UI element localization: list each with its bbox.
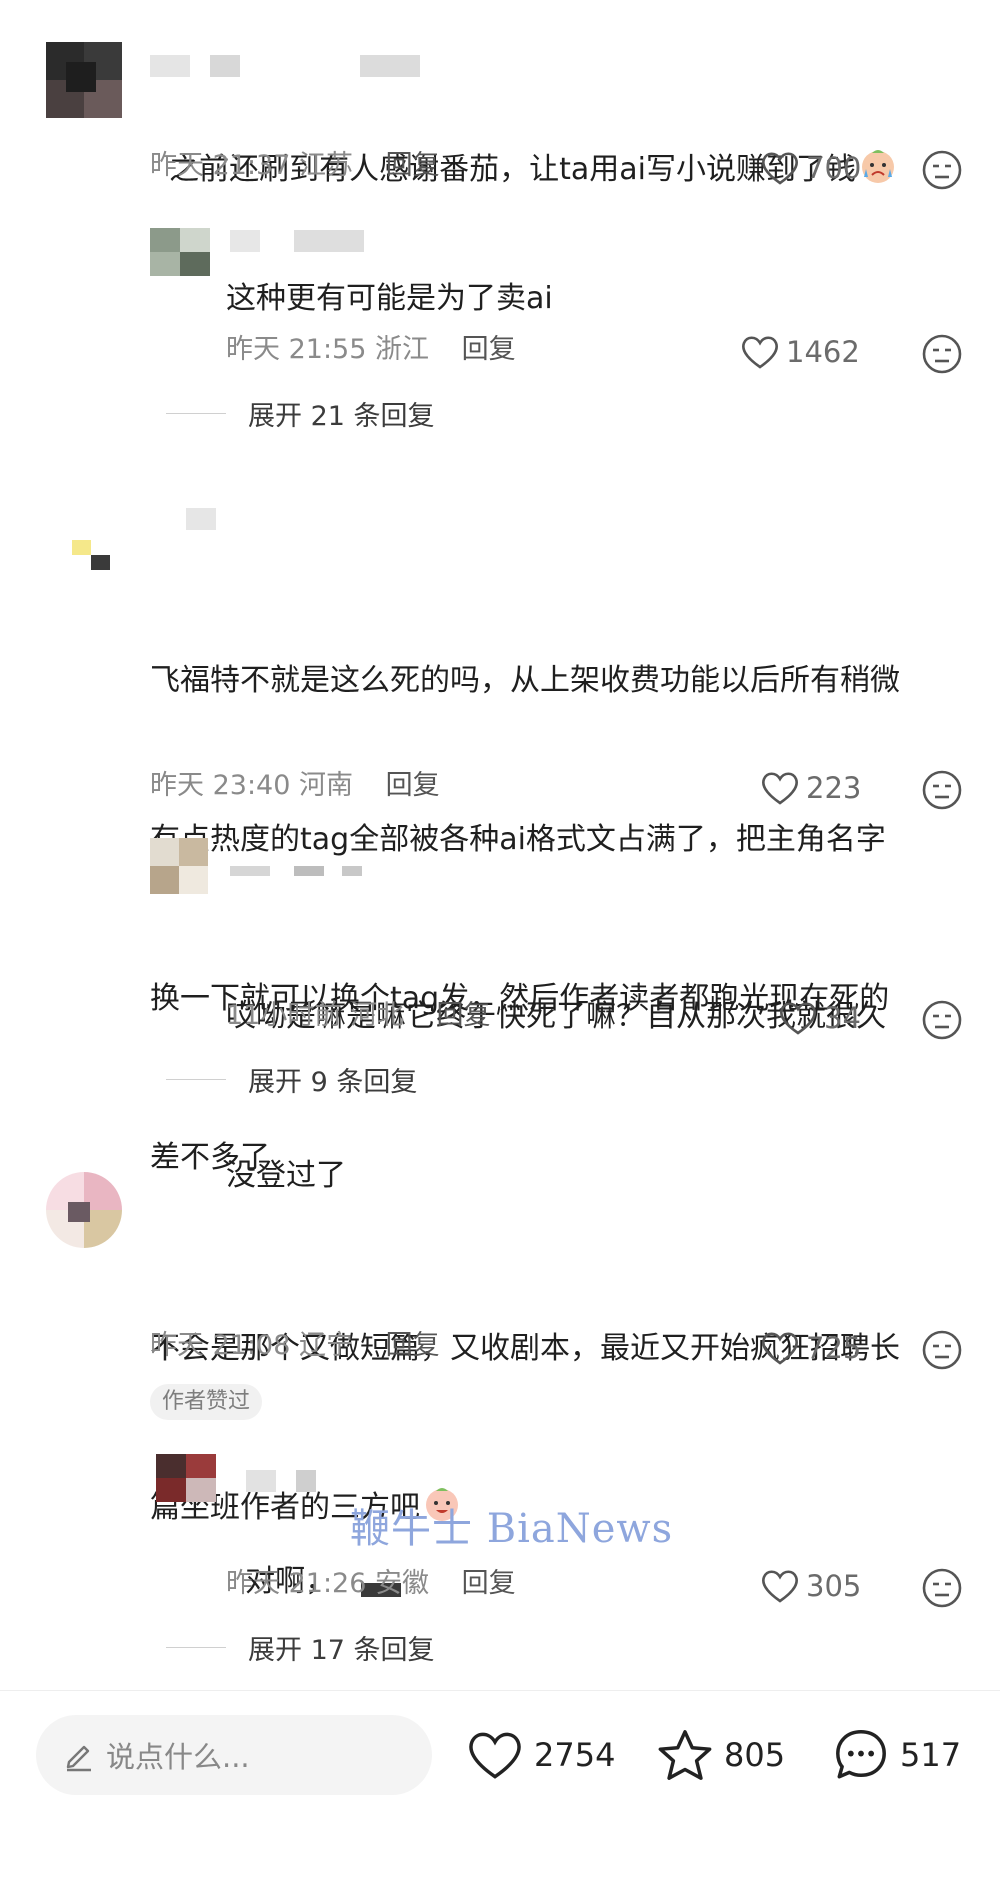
like-count: 34 (824, 1001, 861, 1035)
comment-time: 昨天 21:37 (150, 150, 291, 181)
like-button[interactable]: 223 (760, 766, 861, 810)
avatar[interactable] (46, 1172, 122, 1248)
comment-meta: 昨天 23:40 河南 回复 (150, 768, 440, 804)
reply-button[interactable]: 回复 (462, 334, 516, 365)
reply-button[interactable]: 回复 (437, 1000, 491, 1031)
post-like-count: 2754 (534, 1736, 616, 1774)
chat-bubble-icon (836, 1730, 886, 1779)
expand-replies-label: 展开 17 条回复 (248, 1635, 435, 1666)
dislike-face-icon[interactable] (922, 770, 962, 810)
expand-replies-label: 展开 21 条回复 (248, 401, 435, 432)
favorite-count: 805 (724, 1736, 786, 1774)
divider (166, 413, 226, 414)
like-count: 700 (806, 151, 862, 185)
crying-face-emoji (861, 150, 894, 183)
comment-meta: 昨天 21:08 辽宁 回复 (150, 1328, 440, 1364)
like-button[interactable]: 1462 (740, 330, 860, 374)
heart-icon (742, 336, 778, 369)
like-count: 305 (806, 1569, 862, 1603)
expand-replies-button[interactable]: 展开 21 条回复 (166, 394, 435, 433)
comment-time: 昨天 21:26 (226, 1568, 367, 1599)
dislike-face-icon[interactable] (922, 334, 962, 374)
like-button[interactable]: 725 (760, 1326, 861, 1370)
pencil-icon (66, 1745, 91, 1772)
heart-icon (762, 1570, 798, 1603)
comment-location: 安徽 (375, 1568, 429, 1599)
username-blurred[interactable] (230, 230, 370, 252)
username-blurred[interactable] (186, 508, 246, 530)
like-count: 223 (806, 771, 862, 805)
comment-time: 11小时前 (226, 1000, 342, 1031)
comment-meta: 昨天 21:26 安徽 回复 (226, 1566, 516, 1602)
avatar[interactable] (46, 42, 122, 118)
dislike-face-icon[interactable] (922, 1000, 962, 1040)
comment-location: 河北 (349, 1000, 404, 1031)
dislike-face-icon[interactable] (922, 1330, 962, 1370)
comments-button[interactable]: 517 (832, 1723, 961, 1787)
avatar[interactable] (150, 838, 208, 894)
expand-replies-button[interactable]: 展开 9 条回复 (166, 1060, 417, 1099)
comment-text: 这种更有可能是为了卖ai (226, 281, 553, 316)
expand-replies-label: 展开 9 条回复 (248, 1067, 418, 1098)
like-count: 725 (806, 1331, 862, 1365)
like-button[interactable]: 34 (778, 996, 861, 1040)
comment-location: 河南 (299, 770, 353, 801)
avatar[interactable] (72, 540, 110, 570)
avatar[interactable] (150, 228, 210, 276)
reply-button[interactable]: 回复 (386, 150, 440, 181)
favorite-button[interactable]: 805 (656, 1723, 785, 1787)
comment-meta: 昨天 21:55 浙江 回复 (226, 332, 516, 368)
reply-button[interactable]: 回复 (462, 1568, 516, 1599)
reply-button[interactable]: 回复 (386, 1330, 440, 1361)
reply-button[interactable]: 回复 (386, 770, 440, 801)
like-button[interactable]: 700 (760, 146, 861, 190)
divider (166, 1647, 226, 1648)
post-like-button[interactable]: 2754 (466, 1723, 615, 1787)
avatar[interactable] (156, 1454, 216, 1502)
bottom-action-bar: 说点什么... 2754 805 517 (0, 1690, 1000, 1811)
dislike-face-icon[interactable] (922, 1568, 962, 1608)
author-liked-badge: 作者赞过 (150, 1384, 263, 1420)
heart-icon (762, 772, 798, 805)
comment-location: 江苏 (299, 150, 353, 181)
star-icon (658, 1730, 712, 1780)
expand-replies-button[interactable]: 展开 17 条回复 (166, 1628, 435, 1667)
comment-meta: 昨天 21:37 江苏 回复 (150, 148, 440, 184)
comment-count: 517 (900, 1736, 962, 1774)
username-blurred[interactable] (150, 55, 450, 77)
heart-icon (762, 1332, 798, 1365)
heart-icon (469, 1732, 521, 1779)
username-blurred[interactable] (230, 866, 370, 876)
username-blurred[interactable] (246, 1470, 326, 1492)
comment-location: 辽宁 (299, 1330, 353, 1361)
comment-input[interactable]: 说点什么... (36, 1715, 432, 1795)
comment-input-placeholder: 说点什么... (106, 1740, 250, 1774)
comment-time: 昨天 21:55 (226, 334, 367, 365)
divider (166, 1079, 226, 1080)
comment-time: 昨天 23:40 (150, 770, 291, 801)
like-button[interactable]: 305 (760, 1564, 861, 1608)
watermark: 鞭牛士 BiaNews (350, 1506, 674, 1552)
like-count: 1462 (786, 335, 860, 369)
dislike-face-icon[interactable] (922, 150, 962, 190)
comment-meta: 11小时前 河北 回复 (226, 998, 491, 1034)
comment-location: 浙江 (375, 334, 429, 365)
heart-icon (762, 152, 798, 185)
heart-icon (780, 1002, 816, 1035)
comment-time: 昨天 21:08 (150, 1330, 291, 1361)
